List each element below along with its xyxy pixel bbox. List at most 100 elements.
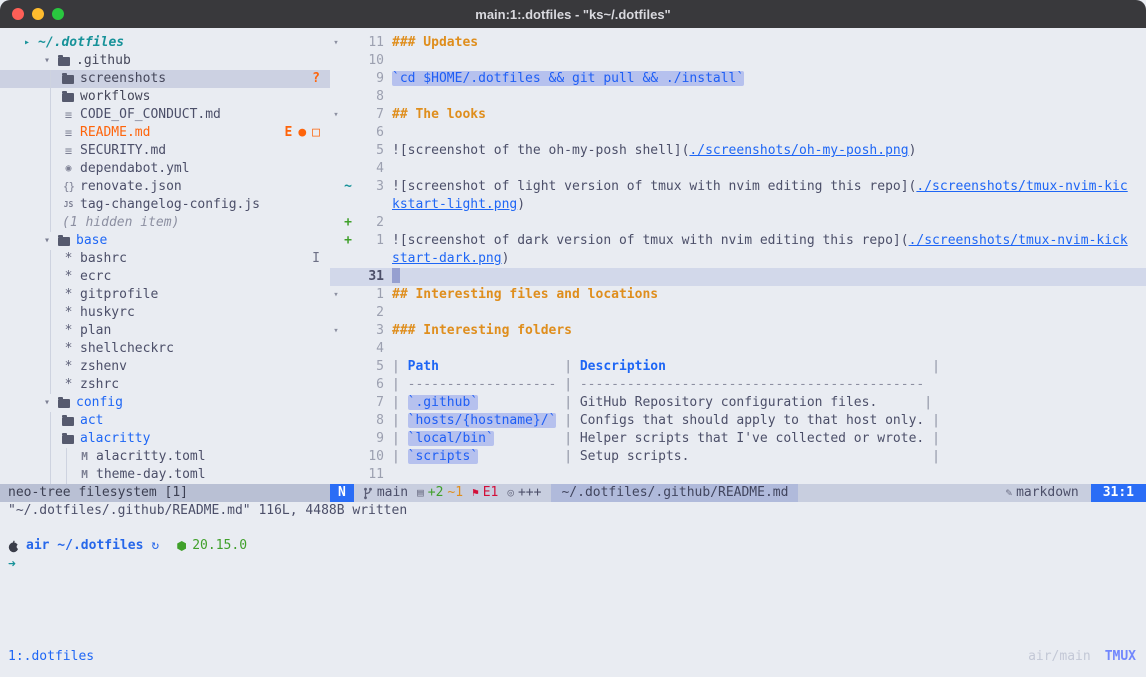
file-tree[interactable]: ▸~/.dotfiles▾.githubscreenshots?workflow… <box>0 28 330 484</box>
tree-item-label: gitprofile <box>80 286 158 304</box>
editor-line[interactable]: +2 <box>330 214 1146 232</box>
tree-item-workflows[interactable]: workflows <box>0 88 330 106</box>
editor-line[interactable]: 8| `hosts/{hostname}/` | Configs that sh… <box>330 412 1146 430</box>
editor-line[interactable]: 9| `local/bin` | Helper scripts that I'v… <box>330 430 1146 448</box>
line-number <box>354 250 384 268</box>
editor-line[interactable]: ▾ 7## The looks <box>330 106 1146 124</box>
tree-item-label: shellcheckrc <box>80 340 174 358</box>
editor-line[interactable]: 10 <box>330 52 1146 70</box>
editor-line[interactable]: 7| `.github` | GitHub Repository configu… <box>330 394 1146 412</box>
indent-guide <box>50 322 51 340</box>
tree-item-alacritty-toml[interactable]: Malacritty.toml <box>0 448 330 466</box>
file-path: ~/.dotfiles/.github/README.md <box>551 484 798 502</box>
editor-line[interactable]: kstart-light.png) <box>330 196 1146 214</box>
tree-item-alacritty[interactable]: alacritty <box>0 430 330 448</box>
text-segment: | <box>564 359 580 374</box>
tree-item-label: .github <box>76 52 131 70</box>
minimize-button[interactable] <box>32 8 44 20</box>
tree-item-zshrc[interactable]: *zshrc <box>0 376 330 394</box>
editor-line[interactable]: 9`cd $HOME/.dotfiles && git pull && ./in… <box>330 70 1146 88</box>
editor-line[interactable]: 11 <box>330 466 1146 484</box>
editor-lines[interactable]: ▾ 11### Updates 10 9`cd $HOME/.dotfiles … <box>330 28 1146 484</box>
editor-line[interactable]: 10| `scripts` | Setup scripts. | <box>330 448 1146 466</box>
text-segment: | <box>392 431 408 446</box>
tmux-window-name[interactable]: 1:.dotfiles <box>8 649 94 664</box>
fold-marker-icon[interactable]: ▾ <box>330 34 342 52</box>
text-segment: ### Interesting folders <box>392 323 572 338</box>
tree-item-label: bashrc <box>80 250 127 268</box>
tree-item-bashrc[interactable]: *bashrcI <box>0 250 330 268</box>
tree-item-dependabot[interactable]: ◉dependabot.yml <box>0 160 330 178</box>
line-number: 3 <box>354 322 384 340</box>
item-badges: E●□ <box>285 124 320 142</box>
line-text: start-dark.png) <box>384 250 1146 268</box>
expander-icon[interactable]: ▾ <box>44 232 58 250</box>
md-icon: ≡ <box>62 142 75 160</box>
editor-line[interactable]: 5| Path | Description | <box>330 358 1146 376</box>
fold-marker-icon[interactable]: ▾ <box>330 106 342 124</box>
tree-item-zshenv[interactable]: *zshenv <box>0 358 330 376</box>
tree-item-root[interactable]: ▸~/.dotfiles <box>0 34 330 52</box>
tree-item-gitprofile[interactable]: *gitprofile <box>0 286 330 304</box>
tree-item-security[interactable]: ≡ SECURITY.md <box>0 142 330 160</box>
editor-line[interactable]: start-dark.png) <box>330 250 1146 268</box>
editor-line[interactable]: 4 <box>330 160 1146 178</box>
sign-column <box>342 88 354 106</box>
editor-line[interactable]: 6| ------------------- | ---------------… <box>330 376 1146 394</box>
node-version: 20.15.0 <box>192 536 247 556</box>
fold-column <box>330 124 342 142</box>
tree-item-huskyrc[interactable]: *huskyrc <box>0 304 330 322</box>
shell-input-line[interactable]: ➜ <box>0 556 1146 574</box>
line-text <box>384 160 1146 178</box>
indent-guide <box>66 448 67 466</box>
text-segment: GitHub Repository configuration files. <box>580 395 877 410</box>
fold-column <box>330 250 342 268</box>
editor-line[interactable]: 4 <box>330 340 1146 358</box>
editor-line[interactable]: 31 <box>330 268 1146 286</box>
tree-item-ecrc[interactable]: *ecrc <box>0 268 330 286</box>
fold-marker-icon[interactable]: ▾ <box>330 322 342 340</box>
sign-column <box>342 268 354 286</box>
tree-item-readme[interactable]: ≡README.mdE●□ <box>0 124 330 142</box>
tree-item-plan[interactable]: *plan <box>0 322 330 340</box>
tree-item-renovate[interactable]: {}renovate.json <box>0 178 330 196</box>
tree-item-github[interactable]: ▾ .github <box>0 52 330 70</box>
editor-line[interactable]: ▾ 1## Interesting files and locations <box>330 286 1146 304</box>
editor-line[interactable]: ~3![screenshot of light version of tmux … <box>330 178 1146 196</box>
cursor-position: 31:1 <box>1091 484 1146 502</box>
editor-line[interactable]: 5![screenshot of the oh-my-posh shell](.… <box>330 142 1146 160</box>
tree-item-hidden-count[interactable]: (1 hidden item) <box>0 214 330 232</box>
expander-icon[interactable]: ▾ <box>44 394 58 412</box>
vim-message-line: "~/.dotfiles/.github/README.md" 116L, 44… <box>0 502 1146 520</box>
tree-item-shellcheckrc[interactable]: *shellcheckrc <box>0 340 330 358</box>
tree-item-config[interactable]: ▾config <box>0 394 330 412</box>
tree-item-tag-changelog[interactable]: JStag-changelog-config.js <box>0 196 330 214</box>
tree-item-code-of-conduct[interactable]: ≡CODE_OF_CONDUCT.md <box>0 106 330 124</box>
indent-guide <box>50 106 51 124</box>
expander-icon[interactable]: ▾ <box>44 52 58 70</box>
editor-line[interactable]: +1![screenshot of dark version of tmux w… <box>330 232 1146 250</box>
prompt-path: air ~/.dotfiles <box>26 536 143 556</box>
editor-line[interactable]: 6 <box>330 124 1146 142</box>
tree-item-screenshots[interactable]: screenshots? <box>0 70 330 88</box>
editor-line[interactable]: 8 <box>330 88 1146 106</box>
editor-line[interactable]: ▾ 3 ### Interesting folders <box>330 322 1146 340</box>
tree-item-label: SECURITY.md <box>80 142 166 160</box>
zoom-button[interactable] <box>52 8 64 20</box>
status-badge: I <box>312 250 320 268</box>
tree-item-theme-day-toml[interactable]: Mtheme-day.toml <box>0 466 330 484</box>
editor-line[interactable]: 2 <box>330 304 1146 322</box>
fold-marker-icon[interactable]: ▾ <box>330 286 342 304</box>
close-button[interactable] <box>12 8 24 20</box>
text-segment: | <box>392 359 408 374</box>
line-text <box>384 268 1146 286</box>
editor-line[interactable]: ▾ 11### Updates <box>330 34 1146 52</box>
tree-item-base[interactable]: ▾base <box>0 232 330 250</box>
neotree-status-text: neo-tree filesystem [1] <box>8 485 188 500</box>
tree-item-act[interactable]: act <box>0 412 330 430</box>
line-number: 2 <box>354 304 384 322</box>
yml-icon: ◉ <box>62 160 75 178</box>
folder-icon <box>62 93 74 102</box>
expander-icon[interactable]: ▸ <box>24 34 38 52</box>
sign-column <box>342 142 354 160</box>
